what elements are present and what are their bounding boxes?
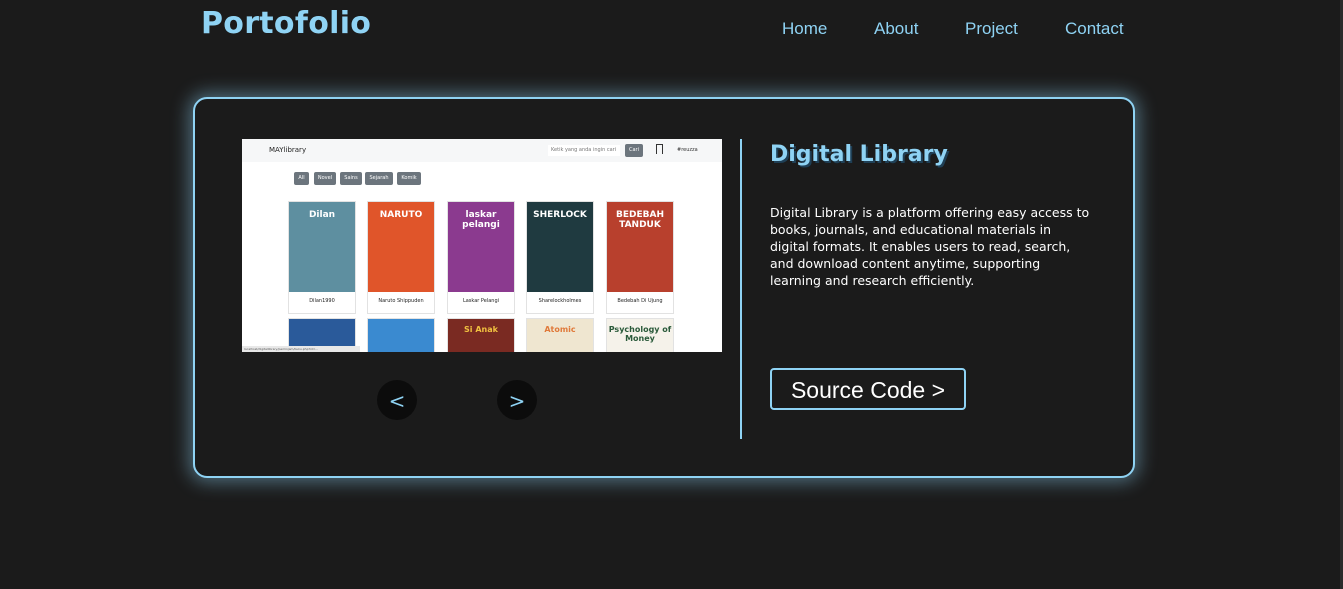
- book-cover: laskar pelangi: [448, 202, 514, 292]
- book-cover: NARUTO: [368, 202, 434, 292]
- book-title: Naruto Shippuden: [378, 298, 424, 304]
- book-cover-text: NARUTO: [379, 210, 423, 220]
- book-card: Atomic: [526, 318, 594, 352]
- book-card: laskar pelangi Laskar Pelangi: [447, 201, 515, 314]
- book-title: Sharelockholmes: [538, 298, 582, 304]
- book-cover: Dilan: [289, 202, 355, 292]
- book-title: Dilan1990: [309, 298, 335, 304]
- project-title: Digital Library: [770, 142, 948, 167]
- book-card: SHERLOCK Sharelockholmes: [526, 201, 594, 314]
- filter-chip: Komik: [397, 172, 421, 185]
- screenshot-navbar: MAYlibrary Ketik yang anda ingin cari Ca…: [242, 139, 722, 162]
- book-card: [367, 318, 435, 352]
- book-cover: SHERLOCK: [527, 202, 593, 292]
- screenshot-user: #reuzza: [677, 147, 698, 153]
- book-cover-text: Dilan: [308, 210, 336, 220]
- book-cover-text: Atomic: [544, 325, 576, 334]
- screenshot-brand: MAYlibrary: [269, 146, 307, 154]
- book-cover-text: Psychology of Money: [608, 325, 672, 343]
- filter-chip: All: [294, 172, 309, 185]
- next-slide-button[interactable]: >: [497, 380, 537, 420]
- book-cover: BEDEBAH TANDUK: [607, 202, 673, 292]
- book-card: BEDEBAH TANDUK Bedebah Di Ujung: [606, 201, 674, 314]
- book-card: Dilan Dilan1990: [288, 201, 356, 314]
- book-cover-text: laskar pelangi: [462, 210, 500, 230]
- nav-contact[interactable]: Contact: [1065, 19, 1124, 39]
- project-description: Digital Library is a platform offering e…: [770, 205, 1090, 288]
- book-card: Psychology of Money: [606, 318, 674, 352]
- project-card: MAYlibrary Ketik yang anda ingin cari Ca…: [193, 97, 1135, 478]
- nav-home[interactable]: Home: [782, 19, 827, 39]
- book-title: Laskar Pelangi: [462, 298, 500, 304]
- screenshot-search: Ketik yang anda ingin cari: [548, 145, 620, 156]
- source-code-button[interactable]: Source Code >: [770, 368, 966, 410]
- book-cover-text: Si Anak: [464, 325, 498, 334]
- bookmark-icon: [656, 144, 663, 154]
- prev-slide-button[interactable]: <: [377, 380, 417, 420]
- filter-chip: Sains: [340, 172, 362, 185]
- book-card: Si Anak: [447, 318, 515, 352]
- project-screenshot: MAYlibrary Ketik yang anda ingin cari Ca…: [242, 139, 722, 352]
- filter-chip: Sejarah: [365, 172, 393, 185]
- vertical-divider: [740, 139, 742, 439]
- book-cover-text: BEDEBAH TANDUK: [616, 210, 664, 230]
- nav-about[interactable]: About: [874, 19, 918, 39]
- site-logo[interactable]: Portofolio: [201, 6, 371, 41]
- filter-chip: Novel: [314, 172, 336, 185]
- screenshot-status-url: localhost/digitallibrary/peminjam/buku.p…: [242, 346, 360, 352]
- screenshot-search-button: Cari: [625, 144, 643, 157]
- nav-project[interactable]: Project: [965, 19, 1018, 39]
- book-title: Bedebah Di Ujung: [617, 298, 663, 304]
- book-cover-text: SHERLOCK: [533, 210, 587, 220]
- book-card: NARUTO Naruto Shippuden: [367, 201, 435, 314]
